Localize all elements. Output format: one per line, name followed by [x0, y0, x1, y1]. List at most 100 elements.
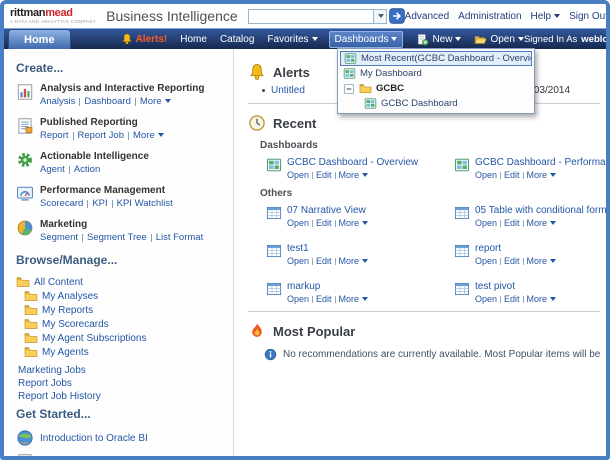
- action-link[interactable]: Action: [74, 164, 100, 175]
- menu-item-gcbc-dashboard[interactable]: GCBC Dashboard: [340, 96, 532, 111]
- intro-oracle-bi-item[interactable]: Introduction to Oracle BI: [16, 429, 227, 447]
- edit-link[interactable]: Edit: [316, 170, 332, 180]
- open-link[interactable]: Open: [287, 218, 309, 228]
- open-link[interactable]: Open: [475, 256, 497, 266]
- most-popular-title: Most Popular: [273, 323, 356, 339]
- signed-in-as[interactable]: Signed In Asweblogic: [524, 33, 609, 45]
- menu-item-label: My Dashboard: [360, 68, 422, 79]
- logo-part-2: mead: [45, 6, 73, 19]
- recent-item-link[interactable]: test pivot: [475, 281, 556, 292]
- open-link[interactable]: Open: [287, 256, 309, 266]
- sidebar-item-my-scorecards[interactable]: My Scorecards: [24, 317, 227, 331]
- more-link[interactable]: More: [527, 218, 557, 228]
- nav-new[interactable]: New: [416, 33, 462, 46]
- recent-item-link[interactable]: GCBC Dashboard - Overview: [287, 157, 418, 168]
- nav-dashboards[interactable]: Dashboards: [328, 30, 404, 48]
- open-link[interactable]: Open: [287, 170, 309, 180]
- sidebar-item-my-agents[interactable]: My Agents: [24, 345, 227, 359]
- main-nav-bar: Home Alerts! Home Catalog Favorites Dash…: [4, 28, 606, 50]
- browse-manage-heading: Browse/Manage...: [16, 253, 118, 267]
- create-heading: Create...: [16, 61, 64, 75]
- more-link[interactable]: More: [140, 96, 171, 107]
- nav-home[interactable]: Home: [180, 34, 207, 45]
- dashboard-icon: [266, 157, 282, 173]
- more-link[interactable]: More: [339, 218, 369, 228]
- separator: [68, 165, 70, 174]
- more-link[interactable]: More: [339, 256, 369, 266]
- recent-item-link[interactable]: 05 Table with conditional forma...: [475, 205, 606, 216]
- nav-catalog[interactable]: Catalog: [220, 34, 254, 45]
- list-format-link[interactable]: List Format: [156, 232, 204, 243]
- report-job-history-link[interactable]: Report Job History: [18, 390, 227, 403]
- recent-item-link[interactable]: GCBC Dashboard - Performance...: [475, 157, 606, 168]
- sidebar-item-my-analyses[interactable]: My Analyses: [24, 289, 227, 303]
- edit-link[interactable]: Edit: [316, 256, 332, 266]
- recent-item-link[interactable]: 07 Narrative View: [287, 205, 368, 216]
- username: weblogic: [581, 33, 609, 45]
- search-go-icon: [389, 8, 405, 24]
- oracle-bi-documentation-item[interactable]: Oracle BI EE Documentation: [16, 453, 227, 456]
- folder-icon: [24, 289, 38, 303]
- sidebar-item-my-agent-subscriptions[interactable]: My Agent Subscriptions: [24, 331, 227, 345]
- search-scope-dropdown[interactable]: [373, 8, 387, 24]
- recent-item-link[interactable]: test1: [287, 243, 368, 254]
- sign-out-link[interactable]: Sign Out: [569, 11, 606, 22]
- recent-item-link[interactable]: markup: [287, 281, 368, 292]
- more-link[interactable]: More: [339, 294, 369, 304]
- menu-folder-gcbc[interactable]: GCBC: [340, 81, 532, 96]
- analysis-link[interactable]: Analysis: [40, 96, 75, 107]
- most-popular-section-header: Most Popular: [248, 322, 602, 340]
- nav-open[interactable]: Open: [474, 33, 524, 46]
- marketing-jobs-link[interactable]: Marketing Jobs: [18, 364, 227, 377]
- intro-oracle-bi-link[interactable]: Introduction to Oracle BI: [40, 433, 148, 444]
- folder-icon: [24, 303, 38, 317]
- more-label: More: [526, 256, 548, 266]
- search-input[interactable]: [247, 8, 374, 24]
- separator: [500, 295, 502, 303]
- recent-item-link[interactable]: report: [475, 243, 556, 254]
- edit-link[interactable]: Edit: [504, 218, 520, 228]
- dashboard-link[interactable]: Dashboard: [84, 96, 130, 107]
- analysis-table-icon: [266, 205, 282, 221]
- edit-link[interactable]: Edit: [504, 294, 520, 304]
- edit-link[interactable]: Edit: [504, 170, 520, 180]
- edit-link[interactable]: Edit: [316, 294, 332, 304]
- recent-dashboards-grid: GCBC Dashboard - Overview Open Edit More…: [266, 157, 606, 180]
- open-link[interactable]: Open: [475, 170, 497, 180]
- open-link[interactable]: Open: [475, 218, 497, 228]
- more-link[interactable]: More: [339, 170, 369, 180]
- open-link[interactable]: Open: [287, 294, 309, 304]
- menu-item-most-recent[interactable]: Most Recent(GCBC Dashboard - Overview): [340, 51, 532, 66]
- more-link[interactable]: More: [527, 256, 557, 266]
- administration-link[interactable]: Administration: [458, 11, 521, 22]
- kpi-link[interactable]: KPI: [92, 198, 107, 209]
- collapse-icon[interactable]: [343, 83, 355, 95]
- home-tab[interactable]: Home: [8, 28, 71, 50]
- report-link[interactable]: Report: [40, 130, 69, 141]
- open-link[interactable]: Open: [475, 294, 497, 304]
- more-link[interactable]: More: [133, 130, 164, 141]
- segment-link[interactable]: Segment: [40, 232, 78, 243]
- dashboards-dropdown-menu: Most Recent(GCBC Dashboard - Overview) M…: [337, 48, 535, 114]
- menu-item-my-dashboard[interactable]: My Dashboard: [340, 66, 532, 81]
- separator: [312, 257, 314, 265]
- more-link[interactable]: More: [527, 170, 557, 180]
- marketing-pie-icon: [16, 219, 34, 237]
- edit-link[interactable]: Edit: [504, 256, 520, 266]
- sidebar-item-all-content[interactable]: All Content: [16, 275, 227, 289]
- more-link[interactable]: More: [527, 294, 557, 304]
- advanced-link[interactable]: Advanced: [405, 11, 449, 22]
- sidebar-item-my-reports[interactable]: My Reports: [24, 303, 227, 317]
- report-job-link[interactable]: Report Job: [78, 130, 124, 141]
- nav-favorites[interactable]: Favorites: [267, 34, 318, 45]
- edit-link[interactable]: Edit: [316, 218, 332, 228]
- help-menu[interactable]: Help: [531, 11, 561, 22]
- alerts-indicator[interactable]: Alerts!: [121, 33, 167, 45]
- kpi-watchlist-link[interactable]: KPI Watchlist: [117, 198, 173, 209]
- agent-link[interactable]: Agent: [40, 164, 65, 175]
- report-jobs-link[interactable]: Report Jobs: [18, 377, 227, 390]
- search-go-button[interactable]: [389, 8, 405, 24]
- scorecard-link[interactable]: Scorecard: [40, 198, 83, 209]
- segment-tree-link[interactable]: Segment Tree: [87, 232, 147, 243]
- folder-label: My Scorecards: [42, 318, 109, 330]
